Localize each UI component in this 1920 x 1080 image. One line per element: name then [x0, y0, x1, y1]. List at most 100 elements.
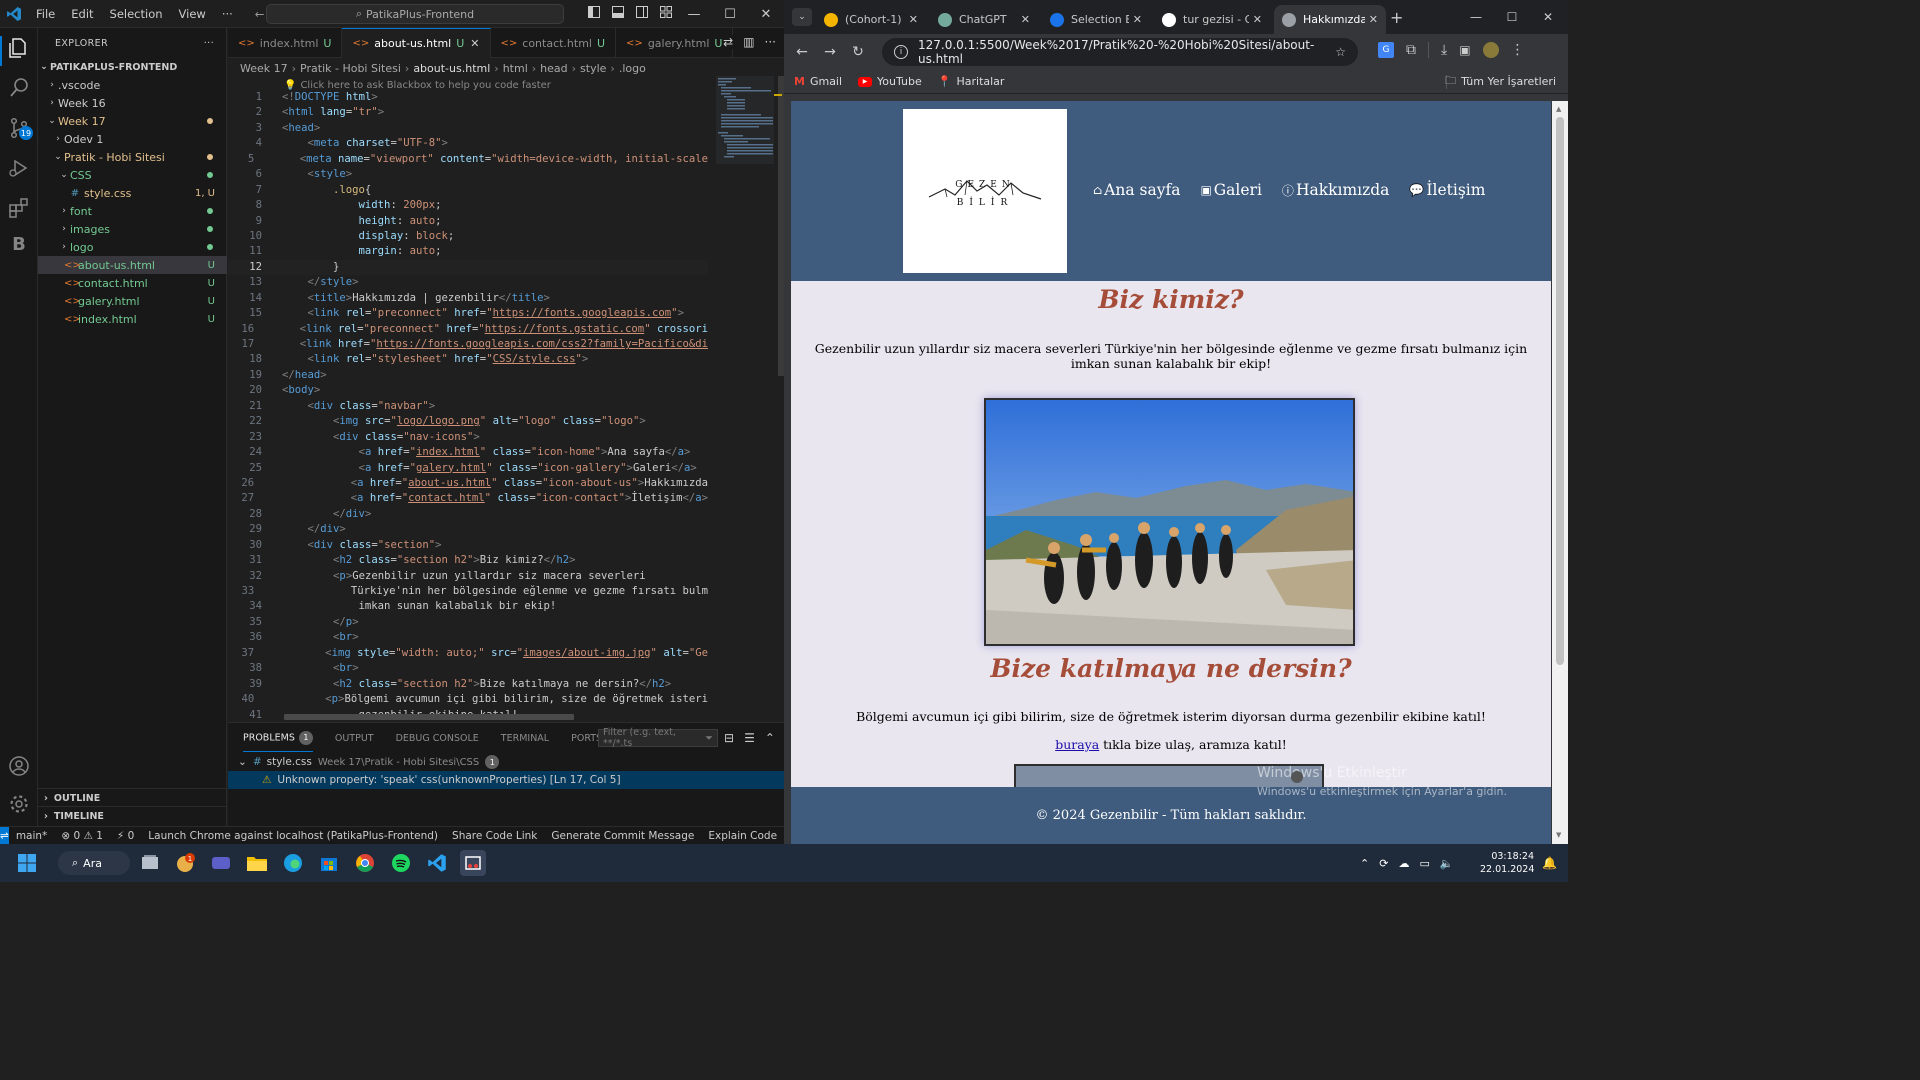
panel-tab-output[interactable]: OUTPUT	[335, 733, 374, 744]
tree-item[interactable]: › Odev 1	[38, 130, 227, 148]
display-icon[interactable]: ▭	[1419, 857, 1429, 870]
maximize-icon[interactable]: ☐	[1494, 0, 1530, 34]
breadcrumb-item[interactable]: html	[503, 62, 528, 75]
close-tab-icon[interactable]: ✕	[1369, 13, 1378, 26]
close-tab-icon[interactable]: ✕	[1133, 13, 1142, 26]
split-editor-icon[interactable]: ▥	[743, 35, 754, 49]
view-as-list-icon[interactable]: ☰	[744, 731, 755, 745]
toggle-secondary-sidebar-icon[interactable]	[636, 6, 648, 18]
customize-layout-icon[interactable]	[660, 6, 672, 18]
tree-item[interactable]: › font	[38, 202, 227, 220]
compare-icon[interactable]: ⇄	[723, 35, 733, 49]
breadcrumb-item[interactable]: Week 17	[240, 62, 288, 75]
notification-bell-icon[interactable]: 🔔	[1542, 856, 1557, 870]
tree-item[interactable]: › logo	[38, 238, 227, 256]
taskbar-search[interactable]: ⌕ Ara	[58, 851, 130, 875]
tree-item[interactable]: › Week 16	[38, 94, 227, 112]
more-icon[interactable]: ···	[765, 35, 776, 49]
tree-item[interactable]: ⌄ Pratik - Hobi Sitesi	[38, 148, 227, 166]
status-git-branch[interactable]: main*	[9, 830, 55, 842]
back-arrow-icon[interactable]: ←	[255, 7, 265, 21]
taskbar-clock[interactable]: 03:18:24 22.01.2024	[1480, 850, 1534, 876]
search-icon[interactable]	[7, 76, 31, 100]
forward-arrow-icon[interactable]: →	[816, 44, 844, 60]
panel-tab-debug-console[interactable]: DEBUG CONSOLE	[396, 733, 479, 744]
problem-file-row[interactable]: ⌄ # style.css Week 17\Pratik - Hobi Site…	[228, 753, 784, 771]
close-tab-icon[interactable]: ✕	[1021, 13, 1030, 26]
tab-search-chevron-icon[interactable]: ⌄	[792, 8, 812, 26]
chrome-menu-icon[interactable]: ⋮	[1511, 42, 1525, 58]
download-icon[interactable]: ⤓	[1441, 42, 1447, 58]
close-tab-icon[interactable]: ✕	[470, 37, 479, 50]
update-sync-icon[interactable]: ⟳	[1379, 857, 1388, 870]
site-logo[interactable]: GEZEN BİLİR	[903, 109, 1067, 273]
account-icon[interactable]	[7, 754, 31, 778]
translate-icon[interactable]: G	[1378, 42, 1394, 58]
horizontal-scrollbar[interactable]	[284, 714, 574, 720]
settings-gear-icon[interactable]	[7, 792, 31, 816]
more-actions-icon[interactable]: ···	[204, 38, 214, 49]
menu-item-view[interactable]: View	[171, 7, 214, 21]
tree-item[interactable]: <> about-us.html U	[38, 256, 227, 274]
breadcrumb-item[interactable]: style	[580, 62, 606, 75]
tab-galery[interactable]: <> galery.html U	[616, 28, 734, 58]
bookmark-youtube[interactable]: ▶ YouTube	[858, 75, 922, 88]
close-icon[interactable]: ✕	[1530, 0, 1566, 34]
close-tab-icon[interactable]: ✕	[909, 13, 918, 26]
vscode-logo-icon[interactable]	[0, 6, 28, 22]
tab-about-us[interactable]: <> about-us.html U ✕	[342, 28, 491, 58]
breadcrumb-item[interactable]: about-us.html	[413, 62, 490, 75]
onedrive-cloud-icon[interactable]: ☁	[1398, 857, 1409, 870]
breadcrumb-item[interactable]: .logo	[619, 62, 646, 75]
explorer-files-icon[interactable]	[7, 36, 31, 60]
task-view-icon[interactable]	[137, 850, 163, 876]
vscode-taskbar-icon[interactable]	[424, 850, 450, 876]
toggle-primary-sidebar-icon[interactable]	[588, 6, 600, 18]
microsoft-store-icon[interactable]	[316, 850, 342, 876]
back-arrow-icon[interactable]: ←	[788, 44, 816, 60]
minimap[interactable]	[716, 76, 774, 196]
status-ports-status[interactable]: ⚡ 0	[110, 830, 141, 842]
close-icon[interactable]: ✕	[748, 0, 784, 28]
panel-tab-terminal[interactable]: TERMINAL	[501, 733, 549, 744]
site-nav-link[interactable]: ⌂ Ana sayfa	[1093, 181, 1180, 199]
tree-item[interactable]: › .vscode	[38, 76, 227, 94]
filter-icon[interactable]: ⏷	[705, 733, 717, 744]
breadcrumb-item[interactable]: head	[540, 62, 567, 75]
contact-link[interactable]: buraya	[1055, 737, 1099, 752]
bookmark-gmail[interactable]: M Gmail	[794, 75, 842, 88]
snipping-tool-icon[interactable]	[460, 850, 486, 876]
profile-avatar[interactable]	[1482, 42, 1499, 58]
panel-tab-problems[interactable]: PROBLEMS 1	[243, 730, 313, 752]
menu-item-moremoremore[interactable]: ···	[214, 7, 241, 21]
tab-index[interactable]: <> index.html U	[228, 28, 343, 58]
maximize-icon[interactable]: ☐	[712, 0, 748, 28]
scroll-to-top-icon[interactable]	[1291, 771, 1303, 783]
site-nav-link[interactable]: ▣ Galeri	[1200, 181, 1261, 199]
editor-scrollbar[interactable]	[774, 76, 784, 716]
status-share-code-link[interactable]: Share Code Link	[445, 830, 544, 842]
chevron-up-icon[interactable]: ⌃	[765, 731, 775, 745]
run-debug-icon[interactable]	[7, 156, 31, 180]
chevron-up-icon[interactable]: ⌃	[1360, 857, 1369, 870]
tree-item[interactable]: ⌄ CSS	[38, 166, 227, 184]
problem-row[interactable]: ⚠ Unknown property: 'speak' css(unknownP…	[228, 771, 784, 789]
status-launch-config[interactable]: Launch Chrome against localhost (PatikaP…	[141, 830, 445, 842]
bookmark-star-icon[interactable]: ☆	[1335, 45, 1346, 59]
browser-tab[interactable]: Hakkımızda | ✕	[1274, 5, 1386, 34]
site-nav-link[interactable]: 💬 İletişim	[1409, 181, 1485, 199]
scroll-up-arrow-icon[interactable]: ▲	[1556, 105, 1561, 113]
browser-tab[interactable]: ChatGPT ✕	[930, 5, 1038, 34]
file-explorer-icon[interactable]	[244, 850, 270, 876]
extensions-puzzle-icon[interactable]: ⧉	[1406, 42, 1416, 58]
tree-item[interactable]: ⌄ Week 17	[38, 112, 227, 130]
menu-item-edit[interactable]: Edit	[63, 7, 101, 21]
windows-start-icon[interactable]	[14, 850, 40, 876]
tree-item[interactable]: # style.css 1, U	[38, 184, 227, 202]
extensions-icon[interactable]	[7, 196, 31, 220]
status-problems-status[interactable]: ⊗ 0 ⚠ 1	[54, 830, 110, 842]
chat-teams-icon[interactable]: 1	[172, 850, 198, 876]
all-bookmarks[interactable]: 🗀 Tüm Yer İşaretleri	[1445, 72, 1556, 91]
collapse-all-icon[interactable]: ⊟	[724, 731, 734, 745]
minimize-icon[interactable]: —	[676, 0, 712, 28]
